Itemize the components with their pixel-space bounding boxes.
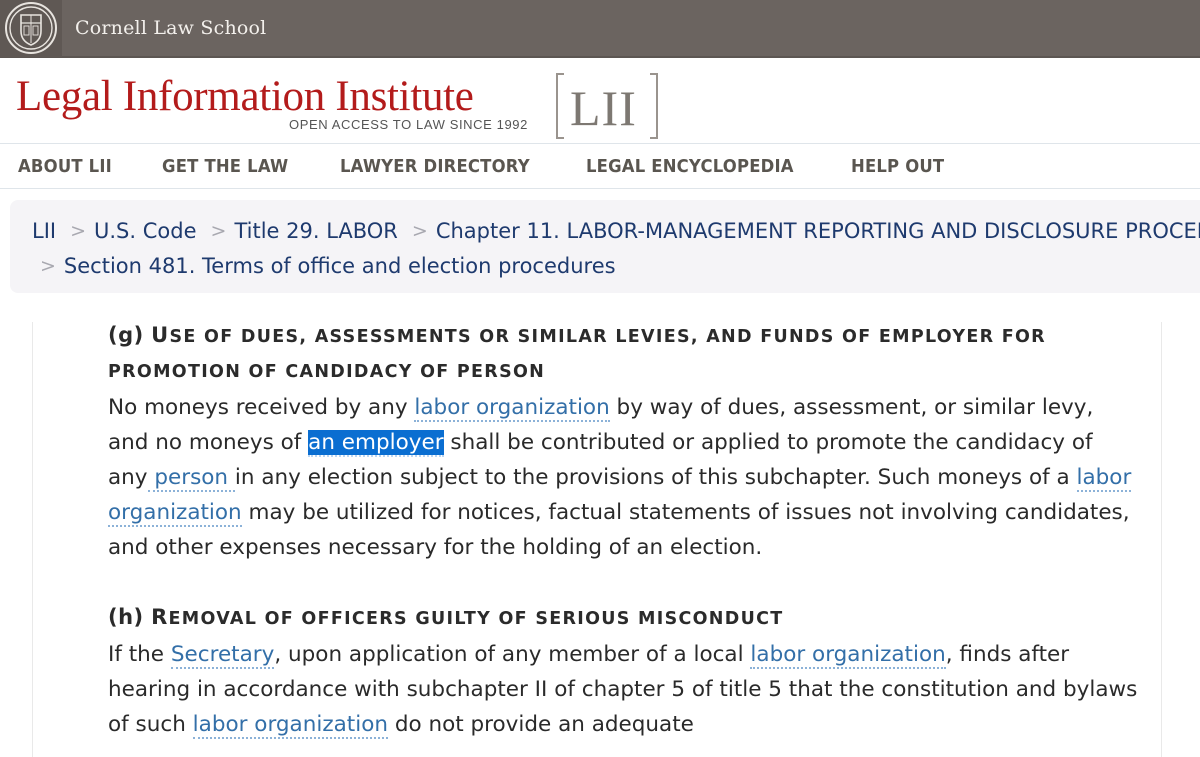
breadcrumb-title-29[interactable]: Title 29. LABOR (234, 219, 397, 243)
nav-lawyer-directory[interactable]: LAWYER DIRECTORY (340, 157, 530, 177)
nav-get-the-law[interactable]: GET THE LAW (162, 157, 288, 177)
heading-text: SE OF DUES, ASSESSMENTS OR SIMILAR LEVIE… (169, 327, 1046, 347)
statute-content: (g) USE OF DUES, ASSESSMENTS OR SIMILAR … (108, 318, 1138, 742)
breadcrumb-separator: > (40, 255, 56, 277)
subsection-h-text: If the Secretary, upon application of an… (108, 637, 1138, 742)
breadcrumb-chapter-11[interactable]: Chapter 11. LABOR-MANAGEMENT REPORTING A… (436, 219, 1200, 243)
breadcrumb: LII > U.S. Code > Title 29. LABOR > Chap… (10, 200, 1200, 293)
breadcrumb-line-2: > Section 481. Terms of office and elect… (32, 249, 1200, 283)
subsection-g-enum: (g) (108, 323, 144, 347)
cornell-seal-icon[interactable] (0, 0, 62, 57)
subsection-g-text: No moneys received by any labor organiza… (108, 390, 1138, 565)
cornell-top-bar: Cornell Law School (0, 0, 1200, 58)
definition-link-secretary[interactable]: Secretary (170, 642, 275, 669)
breadcrumb-separator: > (210, 220, 227, 242)
subsection-h: (h) REMOVAL OF OFFICERS GUILTY OF SERIOU… (108, 600, 1138, 742)
main-nav: ABOUT LII GET THE LAW LAWYER DIRECTORY L… (0, 145, 1200, 189)
subsection-h-heading: (h) REMOVAL OF OFFICERS GUILTY OF SERIOU… (108, 600, 1138, 637)
breadcrumb-line-1: LII > U.S. Code > Title 29. LABOR > Chap… (32, 214, 1200, 248)
lii-header: Legal Information Institute OPEN ACCESS … (0, 60, 1200, 144)
subsection-g: (g) USE OF DUES, ASSESSMENTS OR SIMILAR … (108, 318, 1138, 565)
text-run: do not provide an adequate (387, 712, 694, 737)
breadcrumb-separator: > (411, 220, 428, 242)
text-run: , upon application of any member of a lo… (274, 642, 751, 667)
breadcrumb-separator: > (70, 220, 87, 242)
site-tagline: OPEN ACCESS TO LAW SINCE 1992 (289, 117, 528, 132)
heading-initial: U (151, 323, 170, 347)
heading-initial: R (151, 605, 169, 629)
subsection-g-heading: (g) USE OF DUES, ASSESSMENTS OR SIMILAR … (108, 318, 1138, 390)
nav-about-lii[interactable]: ABOUT LII (18, 157, 112, 177)
definition-link-person[interactable]: person (147, 465, 235, 492)
definition-link-employer[interactable]: an employer (308, 430, 444, 457)
left-bracket (556, 73, 564, 139)
breadcrumb-us-code[interactable]: U.S. Code (94, 219, 197, 243)
definition-link-labor-organization[interactable]: labor organization (414, 395, 610, 422)
text-selection[interactable]: an employer (308, 430, 444, 457)
heading-text: EMOVAL OF OFFICERS GUILTY OF SERIOUS MIS… (168, 609, 784, 629)
lii-mark-text: LII (570, 80, 637, 136)
nav-help-out[interactable]: HELP OUT (851, 157, 944, 177)
site-title: Legal Information Institute (16, 73, 474, 120)
breadcrumb-lii[interactable]: LII (32, 219, 56, 243)
lii-mark: LII (556, 73, 658, 139)
right-bracket (650, 73, 658, 139)
text-run: may be utilized for notices, factual sta… (108, 500, 1130, 560)
lii-logo[interactable]: Legal Information Institute OPEN ACCESS … (16, 70, 676, 142)
definition-link-labor-organization[interactable]: labor organization (192, 712, 388, 739)
text-run: No moneys received by any (108, 395, 415, 420)
cornell-law-school-link[interactable]: Cornell Law School (75, 17, 266, 39)
seal-graphic (5, 2, 57, 54)
text-run: If the (108, 642, 171, 667)
breadcrumb-section-481[interactable]: Section 481. Terms of office and electio… (64, 254, 616, 278)
subsection-h-enum: (h) (108, 605, 144, 629)
nav-legal-encyclopedia[interactable]: LEGAL ENCYCLOPEDIA (586, 157, 794, 177)
definition-link-labor-organization[interactable]: labor organization (750, 642, 946, 669)
heading-text-line2: PROMOTION OF CANDIDACY OF PERSON (108, 362, 546, 382)
text-run: in any election subject to the provision… (234, 465, 1077, 490)
